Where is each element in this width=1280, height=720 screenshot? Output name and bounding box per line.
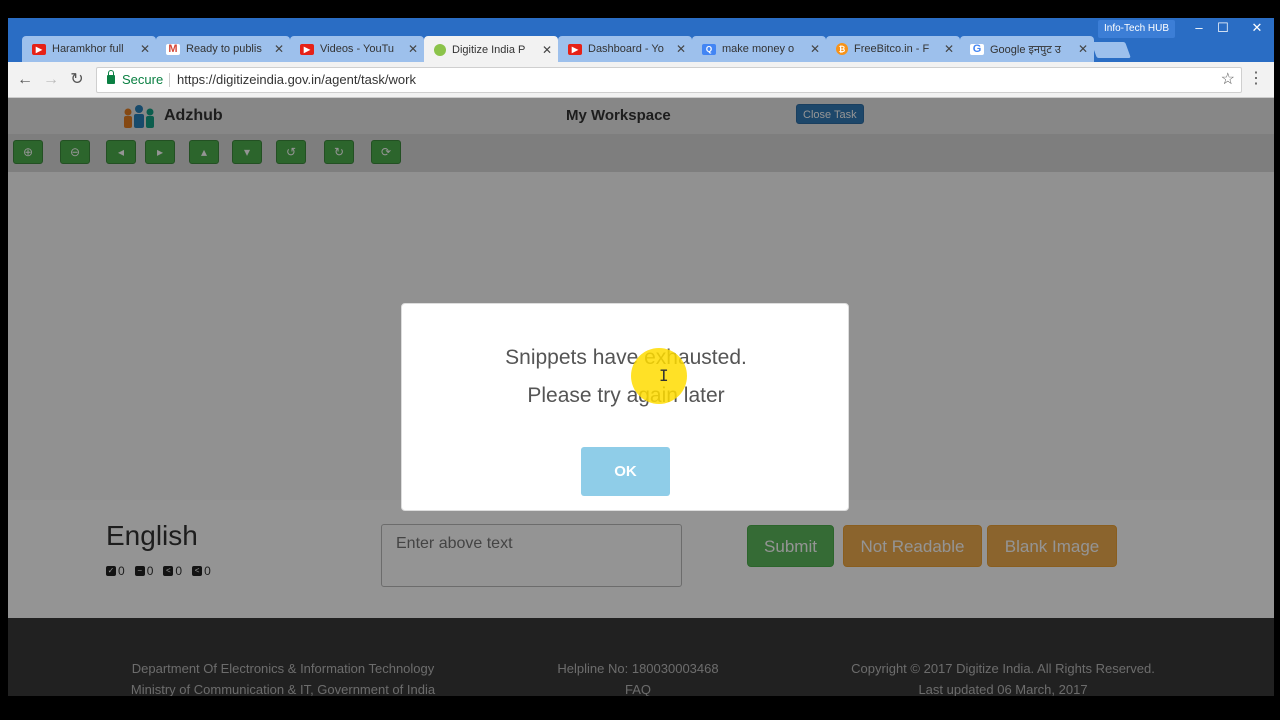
tab-gmail[interactable]: M Ready to publis ✕ (156, 36, 290, 62)
tab-digitize-india[interactable]: Digitize India P ✕ (424, 36, 558, 63)
window-close-icon[interactable]: ✕ (1242, 18, 1272, 40)
url-text[interactable]: https://digitizeindia.gov.in/agent/task/… (177, 68, 416, 92)
new-tab-button[interactable] (1091, 42, 1131, 58)
tab-make-money[interactable]: Q make money o ✕ (692, 36, 826, 62)
tab-title: make money o (722, 43, 795, 55)
browser-menu-icon[interactable]: ⋮ (1248, 68, 1264, 88)
youtube-icon: ▶ (568, 43, 582, 55)
close-icon[interactable]: ✕ (1078, 42, 1088, 56)
close-icon[interactable]: ✕ (944, 42, 954, 56)
secure-label: Secure (122, 72, 164, 87)
search-icon: Q (702, 43, 716, 55)
address-separator (169, 73, 170, 87)
bitcoin-icon: ₿ (836, 43, 848, 55)
dialog-message-line2: Please try again later (527, 384, 725, 407)
close-icon[interactable]: ✕ (676, 42, 686, 56)
close-icon[interactable]: ✕ (810, 42, 820, 56)
browser-window: ▶ Haramkhor full ✕ M Ready to publis ✕ ▶… (8, 18, 1274, 696)
text-cursor-icon: I (659, 366, 669, 385)
close-icon[interactable]: ✕ (274, 42, 284, 56)
tab-title: FreeBitco.in - F (854, 43, 930, 55)
tab-strip: ▶ Haramkhor full ✕ M Ready to publis ✕ ▶… (8, 18, 1274, 63)
digitize-india-icon (434, 43, 446, 56)
tab-title: Haramkhor full (52, 43, 124, 55)
tab-videos[interactable]: ▶ Videos - YouTu ✕ (290, 36, 424, 62)
lock-icon (107, 70, 115, 84)
tab-title: Google इनपुट उ (990, 43, 1061, 56)
forward-arrow-icon[interactable]: → (40, 70, 62, 90)
tab-title: Dashboard - Yo (588, 43, 664, 55)
profile-badge[interactable]: Info-Tech HUB (1098, 20, 1176, 38)
close-icon[interactable]: ✕ (408, 42, 418, 56)
close-icon[interactable]: ✕ (542, 43, 552, 57)
web-page: Adzhub My Workspace Close Task ⊕ ⊖ ◂ ▸ ▴… (8, 98, 1274, 696)
address-bar[interactable]: Secure https://digitizeindia.gov.in/agen… (96, 67, 1242, 93)
bookmark-star-icon[interactable]: ☆ (1221, 68, 1235, 92)
screen-frame: ▶ Haramkhor full ✕ M Ready to publis ✕ ▶… (0, 0, 1280, 720)
maximize-icon[interactable]: ☐ (1208, 18, 1238, 40)
youtube-icon: ▶ (32, 43, 46, 55)
youtube-icon: ▶ (300, 43, 314, 55)
tab-title: Digitize India P (452, 43, 526, 56)
tab-title: Ready to publis (186, 43, 262, 55)
tab-freebitco[interactable]: ₿ FreeBitco.in - F ✕ (826, 36, 960, 62)
tab-title: Videos - YouTu (320, 43, 395, 55)
close-icon[interactable]: ✕ (140, 42, 150, 56)
tab-dashboard[interactable]: ▶ Dashboard - Yo ✕ (558, 36, 692, 62)
back-arrow-icon[interactable]: ← (14, 70, 36, 90)
dialog-message-line1: Snippets have exhausted. (505, 346, 747, 369)
tab-haramkhor[interactable]: ▶ Haramkhor full ✕ (22, 36, 156, 62)
tab-google-input[interactable]: G Google इनपुट उ ✕ (960, 36, 1094, 62)
google-icon: G (970, 43, 984, 55)
reload-icon[interactable]: ↻ (66, 70, 88, 90)
gmail-icon: M (166, 43, 180, 55)
alert-dialog: Snippets have exhausted. Please try agai… (401, 303, 849, 511)
browser-toolbar: ← → ↻ Secure https://digitizeindia.gov.i… (8, 62, 1274, 98)
ok-button[interactable]: OK (581, 447, 670, 496)
